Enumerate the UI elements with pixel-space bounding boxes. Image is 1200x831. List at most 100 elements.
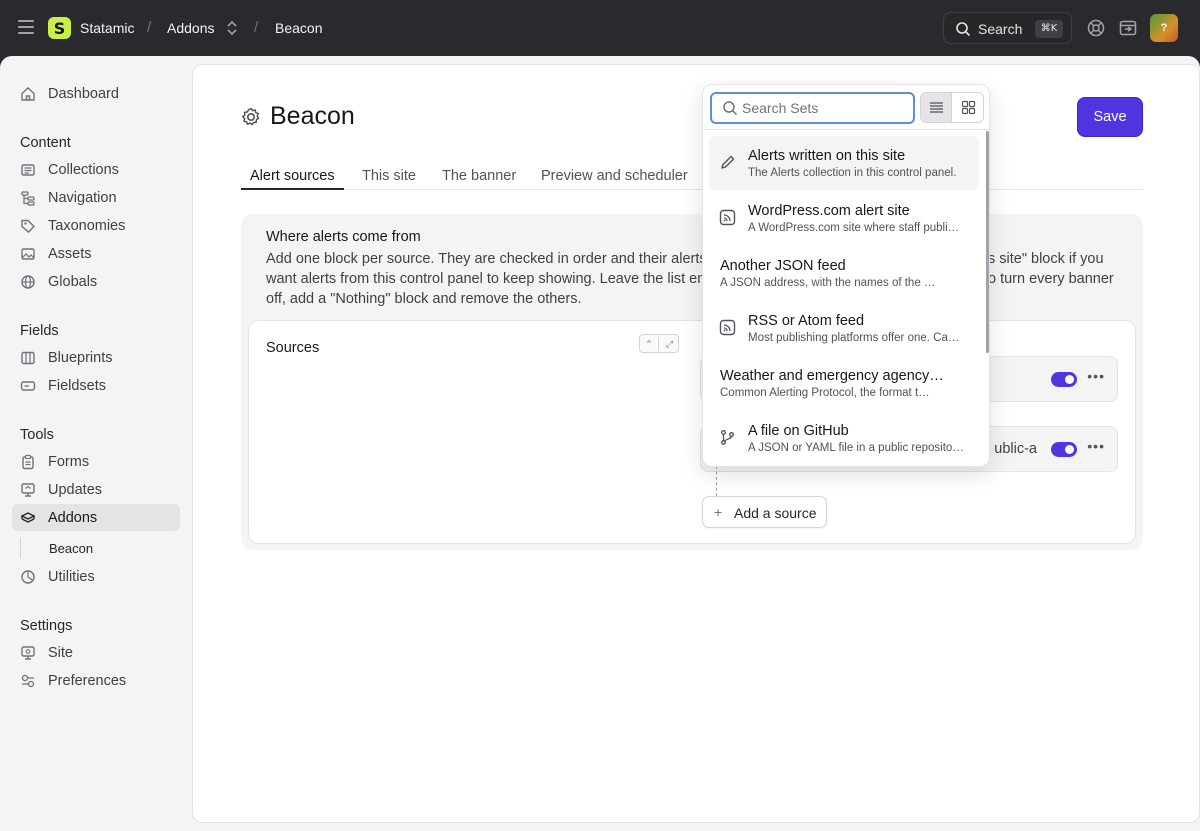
sidebar-item-blueprints[interactable]: Blueprints [12,344,180,371]
plus-icon: + [714,504,723,520]
save-button[interactable]: Save [1077,97,1143,137]
sidebar-heading-content: Content [20,135,71,151]
search-sets-field[interactable] [710,92,915,124]
set-option[interactable]: WordPress.com alert site A WordPress.com… [709,191,979,245]
sidebar-item-label: Navigation [48,190,117,206]
navigation-icon [21,191,35,206]
sidebar-item-navigation[interactable]: Navigation [12,184,180,211]
sidebar-item-preferences[interactable]: Preferences [12,667,180,694]
sidebar-item-dashboard[interactable]: Dashboard [12,80,180,107]
view-mode-toggle[interactable] [920,92,984,123]
collapse-icon[interactable]: ⌃ [640,337,659,351]
sidebar-item-taxonomies[interactable]: Taxonomies [12,212,180,239]
sources-label: Sources [266,340,320,356]
search-sets-input[interactable] [742,98,907,118]
tab-bar [241,189,1143,190]
sidebar-item-site[interactable]: Site [12,639,180,666]
avatar[interactable]: ? [1150,14,1178,42]
sidebar-item-label: Assets [48,246,92,262]
sidebar-heading-fields: Fields [20,323,59,339]
breadcrumb-separator: / [147,19,152,36]
sidebar-item-addons[interactable]: Addons [12,504,180,531]
enabled-toggle[interactable] [1051,372,1077,387]
gear-icon [242,107,260,126]
sidebar-item-forms[interactable]: Forms [12,448,180,475]
addons-icon [20,512,36,523]
sidebar-item-label: Blueprints [48,350,113,366]
set-option-description: Most publishing platforms offer one. Ca… [748,332,960,344]
set-option-description: The Alerts collection in this control pa… [748,167,957,179]
search-button[interactable]: Search ⌘K [943,12,1072,44]
divider [703,129,989,130]
breadcrumb-separator: / [254,19,259,36]
sidebar-item-label: Fieldsets [48,378,107,394]
sidebar-item-label: Preferences [48,673,127,689]
sidebar-heading-tools: Tools [20,427,54,443]
set-option-name: RSS or Atom feed [748,313,865,329]
sidebar-item-assets[interactable]: Assets [12,240,180,267]
preferences-icon [21,674,35,688]
scrollbar[interactable] [986,131,989,353]
sidebar-item-label: Updates [48,482,103,498]
sidebar-item-utilities[interactable]: Utilities [12,563,180,590]
set-option[interactable]: A file on GitHub A JSON or YAML file in … [709,411,979,465]
section-description-line3: off, add a "Nothing" block and remove th… [266,291,582,307]
updates-icon [21,483,35,497]
sidebar-item-globals[interactable]: Globals [12,268,180,295]
page-title: Beacon [270,102,355,130]
blueprint-icon [21,351,35,365]
chevron-updown-icon[interactable] [226,19,238,37]
sidebar-item-updates[interactable]: Updates [12,476,180,503]
sidebar-item-label: Addons [48,510,98,526]
grid-icon [961,100,976,115]
breadcrumb-addons[interactable]: Addons [167,20,214,36]
set-option-name: Weather and emergency agency… [720,368,944,384]
expand-icon[interactable]: ⤢ [660,337,679,351]
help-icon[interactable] [1087,19,1105,37]
sidebar-subitem-beacon[interactable]: Beacon [20,538,180,558]
add-source-button[interactable]: + Add a source [702,496,827,528]
search-icon [723,101,738,116]
sidebar-item-label: Forms [48,454,90,470]
assets-icon [21,248,35,260]
set-option[interactable]: Alerts written on this site The Alerts c… [709,136,979,190]
set-option-name: Alerts written on this site [748,148,906,164]
more-options-icon[interactable]: ••• [1087,368,1105,384]
rss-icon [719,209,736,226]
list-view-button[interactable] [921,93,952,122]
set-option[interactable]: Weather and emergency agency… Common Ale… [709,356,979,410]
view-site-icon[interactable] [1119,19,1137,37]
sidebar-heading-settings: Settings [20,618,73,634]
menu-icon[interactable] [18,20,34,34]
tab-preview-and-scheduler[interactable]: Preview and scheduler [541,168,688,184]
set-option[interactable]: RSS or Atom feed Most publishing platfor… [709,301,979,355]
utilities-icon [21,570,35,584]
rss-icon [719,319,736,336]
section-description-line1-right: s site" block if you [988,251,1104,267]
statamic-logo[interactable]: S [48,17,71,39]
tab-the-banner[interactable]: The banner [442,168,516,184]
enabled-toggle[interactable] [1051,442,1077,457]
sidebar-subitem-label: Beacon [49,541,94,556]
connector-line [716,466,717,496]
set-option[interactable]: Another JSON feed A JSON address, with t… [709,246,979,300]
sidebar-item-label: Utilities [48,569,95,585]
tab-this-site[interactable]: This site [362,168,416,184]
brand-name[interactable]: Statamic [80,20,134,36]
more-options-icon[interactable]: ••• [1087,438,1105,454]
search-shortcut: ⌘K [1035,20,1063,38]
sidebar-item-label: Taxonomies [48,218,126,234]
search-label: Search [978,21,1023,37]
sidebar-item-fieldsets[interactable]: Fieldsets [12,372,180,399]
top-bar: S Statamic / Addons / Beacon Search ⌘K ? [0,0,1200,56]
grid-view-button[interactable] [953,93,983,122]
breadcrumb-beacon[interactable]: Beacon [275,20,322,36]
tab-alert-sources[interactable]: Alert sources [250,168,335,184]
set-option-name: A file on GitHub [748,423,849,439]
expand-collapse-buttons[interactable]: ⌃ ⤢ [639,334,679,353]
set-option-description: A JSON or YAML file in a public reposito… [748,442,964,454]
sidebar-item-collections[interactable]: Collections [12,156,180,183]
house-icon [21,87,35,101]
list-icon [930,102,943,113]
set-option-name: Another JSON feed [720,258,846,274]
